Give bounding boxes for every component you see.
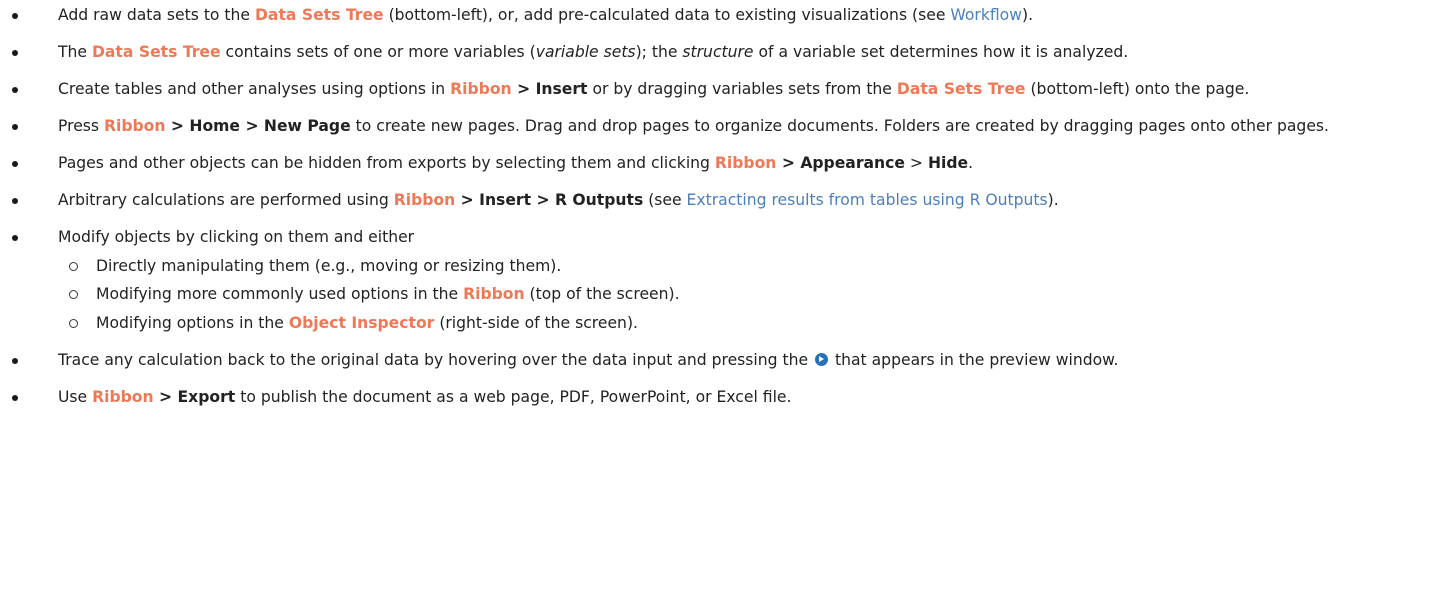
bullet-text: The Data Sets Tree contains sets of one … [58,43,1128,61]
text-run: Modify objects by clicking on them and e… [58,228,415,246]
help-link[interactable]: Workflow [950,6,1022,24]
ui-term: Ribbon [92,388,154,407]
text-run: > [904,154,928,172]
circle-arrow-right-icon [815,353,829,367]
list-item: Create tables and other analyses using o… [0,75,1437,104]
sub-list: Directly manipulating them (e.g., moving… [58,252,1429,338]
bullet-text: Press Ribbon > Home > New Page to create… [58,117,1329,135]
circle-bullet-icon [69,290,78,300]
text-run: Add raw data sets to the [58,6,255,24]
list-item: Arbitrary calculations are performed usi… [0,186,1437,215]
emphasis-text: structure [682,43,754,61]
bullet-text: Use Ribbon > Export to publish the docum… [58,388,791,406]
text-run: (bottom-left), or, add pre-calculated da… [383,6,951,24]
list-item: Add raw data sets to the Data Sets Tree … [0,1,1437,30]
text-run: Directly manipulating them (e.g., moving… [96,256,562,275]
bullet-text: Add raw data sets to the Data Sets Tree … [58,6,1033,24]
sub-list-item: Directly manipulating them (e.g., moving… [0,252,1429,281]
text-run: Use [58,388,93,407]
ui-term: Data Sets Tree [896,80,1026,98]
text-run: ). [1021,6,1034,24]
sub-bullet-text: Directly manipulating them (e.g., moving… [96,257,561,275]
text-run: ). [1047,191,1059,209]
menu-path: > Export [153,388,236,407]
text-run: or by dragging variables sets from the [587,80,897,98]
bullet-icon [12,395,18,402]
circle-bullet-icon [69,319,78,329]
menu-path: > Appearance [776,154,905,172]
emphasis-text: variable sets [535,43,636,61]
list-item: Press Ribbon > Home > New Page to create… [0,112,1437,141]
menu-path: Hide [927,154,969,172]
bullet-icon [12,198,18,204]
bullet-icon [12,161,18,167]
menu-path: > Home > New Page [165,117,351,135]
sub-bullet-text: Modifying more commonly used options in … [96,285,680,303]
list-item: Use Ribbon > Export to publish the docum… [0,383,1437,412]
bullet-icon [12,50,18,56]
text-run: . [968,154,974,172]
ui-term: Ribbon [450,80,512,98]
sub-list-item: Modifying more commonly used options in … [0,280,1429,309]
bullet-text: Arbitrary calculations are performed usi… [58,191,1059,209]
ui-term: Data Sets Tree [254,6,384,24]
ui-term: Data Sets Tree [91,43,221,61]
text-run: Press [58,117,104,135]
sub-list-item: Modifying options in the Object Inspecto… [0,309,1429,338]
text-run: to publish the document as a web page, P… [235,388,792,407]
ui-term: Ribbon [714,154,777,172]
bullet-text: Trace any calculation back to the origin… [58,351,1118,369]
text-run: (right-side of the screen). [434,314,638,333]
text-run: (top of the screen). [524,285,680,304]
list-item: Trace any calculation back to the origin… [0,346,1437,375]
help-document: Add raw data sets to the Data Sets Tree … [0,0,1437,609]
text-run: (see [643,191,687,209]
menu-path: > Insert [511,80,588,98]
bullet-icon [12,124,18,130]
menu-path: > Insert > R Outputs [455,191,644,209]
text-run: contains sets of one or more variables ( [220,43,536,61]
text-run: Arbitrary calculations are performed usi… [58,191,394,209]
text-run: Modifying more commonly used options in … [96,285,464,304]
ui-term: Ribbon [104,117,166,135]
text-run: (bottom-left) onto the page. [1025,80,1250,98]
ui-term: Ribbon [393,191,456,209]
list-item: The Data Sets Tree contains sets of one … [0,38,1437,67]
text-run: that appears in the preview window. [830,351,1119,370]
bullet-text: Create tables and other analyses using o… [58,80,1249,98]
text-run: The [58,43,92,61]
help-link[interactable]: Extracting results from tables using R O… [687,191,1048,209]
bullet-text: Pages and other objects can be hidden fr… [58,154,973,172]
bullet-icon [12,235,18,241]
text-run: Trace any calculation back to the origin… [58,351,814,370]
bullet-list: Add raw data sets to the Data Sets Tree … [0,0,1437,412]
ui-term: Object Inspector [288,314,435,333]
text-run: Modifying options in the [96,314,289,333]
bullet-icon [12,358,18,365]
text-run: Pages and other objects can be hidden fr… [58,154,715,172]
bullet-text: Modify objects by clicking on them and e… [58,228,414,246]
bullet-icon [12,87,18,93]
bullet-icon [12,13,18,19]
text-run: Create tables and other analyses using o… [58,80,451,98]
circle-bullet-icon [69,261,78,271]
list-item: Modify objects by clicking on them and e… [0,223,1437,338]
text-run: to create new pages. Drag and drop pages… [350,117,1329,135]
text-run: ); the [635,43,683,61]
ui-term: Ribbon [463,285,525,304]
text-run: of a variable set determines how it is a… [753,43,1129,61]
list-item: Pages and other objects can be hidden fr… [0,149,1437,178]
sub-bullet-text: Modifying options in the Object Inspecto… [96,314,638,332]
